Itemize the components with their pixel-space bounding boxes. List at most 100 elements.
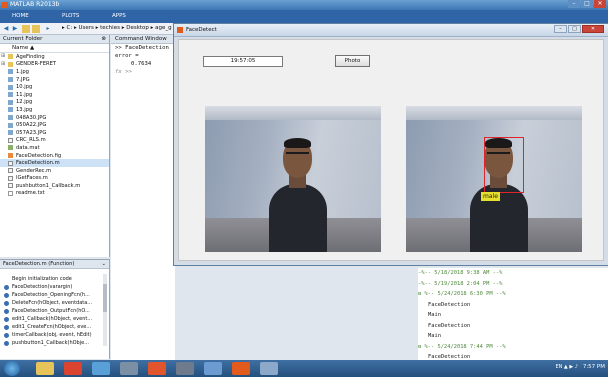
- file-name: 13.jpg: [16, 106, 33, 113]
- name-column-header[interactable]: Name ▲: [0, 44, 109, 53]
- file-name: AgeFinding: [16, 53, 45, 60]
- function-icon: [4, 292, 9, 298]
- file-name: FaceDetection.m: [16, 160, 60, 167]
- tab-plots[interactable]: PLOTS: [62, 13, 79, 19]
- window-icon[interactable]: [204, 362, 222, 375]
- function-item[interactable]: pushbutton1_Callback(hObje...: [0, 339, 109, 347]
- scrollbar-thumb[interactable]: [103, 284, 107, 312]
- file-item[interactable]: 7.JPG: [0, 76, 109, 84]
- expand-icon[interactable]: ⊞: [1, 53, 5, 59]
- figure-maximize-button[interactable]: □: [568, 25, 581, 33]
- taskbar: EN ▲ ▶ ♪ 7:57 PM: [0, 360, 608, 377]
- file-item[interactable]: 12.jpg: [0, 99, 109, 107]
- person-glasses: [286, 152, 309, 157]
- start-button[interactable]: [4, 361, 20, 376]
- chrome-icon[interactable]: [148, 362, 166, 375]
- chevron-down-icon[interactable]: ⌄: [102, 261, 106, 267]
- file-name: 057A23.JPG: [16, 129, 47, 136]
- figure-taskbar-icon[interactable]: [260, 362, 278, 375]
- minimize-button[interactable]: –: [568, 0, 580, 8]
- mfile-file-icon: [8, 183, 13, 189]
- mfile-file-icon: [8, 137, 13, 143]
- history-session-header[interactable]: ⊟ %-- 5/24/2018 7:44 PM --%: [418, 342, 608, 353]
- tab-apps[interactable]: APPS: [112, 13, 126, 19]
- camera-app-icon[interactable]: [176, 362, 194, 375]
- detected-face-axes: male: [406, 106, 582, 252]
- captured-ceiling: [406, 106, 582, 120]
- img-file-icon: [8, 69, 13, 75]
- file-name: readme.txt: [16, 190, 45, 197]
- file-item[interactable]: 1.jpg: [0, 68, 109, 76]
- breadcrumb[interactable]: ▸ C: ▸ Users ▸ techies ▸ Desktop ▸ age_g: [62, 25, 172, 31]
- file-item[interactable]: CRC_RLS.m: [0, 137, 109, 145]
- tab-home[interactable]: HOME: [12, 13, 29, 19]
- file-item[interactable]: ⊞ AgeFinding: [0, 53, 109, 61]
- txt-file-icon: [8, 190, 13, 196]
- matlab-taskbar-icon[interactable]: [232, 362, 250, 375]
- function-item[interactable]: timerCallback(obj, event, hEdit): [0, 331, 109, 339]
- file-item[interactable]: 057A23.JPG: [0, 129, 109, 137]
- history-command[interactable]: FaceDetection: [418, 300, 608, 311]
- img-file-icon: [8, 99, 13, 105]
- fig-file-icon: [8, 153, 13, 159]
- function-icon: [4, 316, 9, 322]
- file-item[interactable]: lGetFaces.m: [0, 175, 109, 183]
- function-icon: [4, 300, 9, 306]
- function-item[interactable]: FaceDetection_OutputFcn(hO...: [0, 307, 109, 315]
- maximize-button[interactable]: □: [581, 0, 593, 8]
- file-item[interactable]: readme.txt: [0, 190, 109, 198]
- file-item[interactable]: pushbutton1_Callback.m: [0, 182, 109, 190]
- history-command[interactable]: FaceDetection: [418, 321, 608, 332]
- photo-button[interactable]: Photo: [335, 55, 370, 67]
- file-item[interactable]: GenderRec.m: [0, 167, 109, 175]
- file-item[interactable]: FaceDetection.fig: [0, 152, 109, 160]
- function-item[interactable]: FaceDetection_OpeningFcn(h...: [0, 291, 109, 299]
- file-item[interactable]: 048A30.JPG: [0, 114, 109, 122]
- camera-ceiling: [205, 106, 381, 120]
- file-item[interactable]: 11.jpg: [0, 91, 109, 99]
- time-field[interactable]: 19:57:05: [203, 56, 283, 67]
- figure-icon: [177, 27, 183, 33]
- media-icon[interactable]: [64, 362, 82, 375]
- function-item[interactable]: edit1_CreateFcn(hObject, eve...: [0, 323, 109, 331]
- history-session-header[interactable]: -%-- 5/19/2018 2:04 PM --%: [418, 279, 608, 290]
- file-item[interactable]: 10.jpg: [0, 83, 109, 91]
- close-button[interactable]: ✕: [594, 0, 606, 8]
- command-prompt[interactable]: fx >>: [111, 68, 175, 76]
- file-item[interactable]: data.mat: [0, 144, 109, 152]
- img-file-icon: [8, 92, 13, 98]
- history-session-header[interactable]: ⊟ %-- 5/24/2018 6:30 PM --%: [418, 289, 608, 300]
- system-tray[interactable]: EN ▲ ▶ ♪: [555, 364, 578, 370]
- panel-close-icon[interactable]: ⊗: [101, 36, 106, 42]
- file-item[interactable]: ⊞ GENDER-FERET: [0, 61, 109, 69]
- folder-icon[interactable]: [22, 25, 30, 33]
- ie-icon[interactable]: [92, 362, 110, 375]
- function-name: timerCallback(obj, event, hEdit): [12, 332, 92, 338]
- forward-arrow-icon[interactable]: ▶: [11, 25, 19, 33]
- browse-icon[interactable]: ▸: [44, 25, 52, 33]
- function-item[interactable]: FaceDetection(varargin): [0, 283, 109, 291]
- mfile-file-icon: [8, 175, 13, 181]
- file-item[interactable]: 13.jpg: [0, 106, 109, 114]
- details-scrollbar[interactable]: [103, 274, 107, 346]
- expand-icon[interactable]: ⊞: [1, 61, 5, 67]
- app-icon[interactable]: [120, 362, 138, 375]
- figure-title-bar: FaceDetect – □ ✕: [174, 24, 608, 37]
- figure-close-button[interactable]: ✕: [582, 25, 604, 33]
- face-bounding-box: [484, 137, 524, 193]
- up-folder-icon[interactable]: [32, 25, 40, 33]
- img-file-icon: [8, 115, 13, 121]
- history-session-header[interactable]: -%-- 5/18/2018 9:38 AM --%: [418, 268, 608, 279]
- command-window[interactable]: Command Window >> FaceDetection error = …: [111, 35, 175, 360]
- history-command[interactable]: Main: [418, 310, 608, 321]
- explorer-icon[interactable]: [36, 362, 54, 375]
- history-command[interactable]: Main: [418, 331, 608, 342]
- file-item[interactable]: 050A22.JPG: [0, 121, 109, 129]
- figure-minimize-button[interactable]: –: [554, 25, 567, 33]
- img-file-icon: [8, 130, 13, 136]
- file-item[interactable]: FaceDetection.m: [0, 159, 109, 167]
- back-arrow-icon[interactable]: ◀: [2, 25, 10, 33]
- file-name: CRC_RLS.m: [16, 137, 46, 144]
- function-item[interactable]: edit1_Callback(hObject, event...: [0, 315, 109, 323]
- function-item[interactable]: DeleteFcn(hObject, eventdata...: [0, 299, 109, 307]
